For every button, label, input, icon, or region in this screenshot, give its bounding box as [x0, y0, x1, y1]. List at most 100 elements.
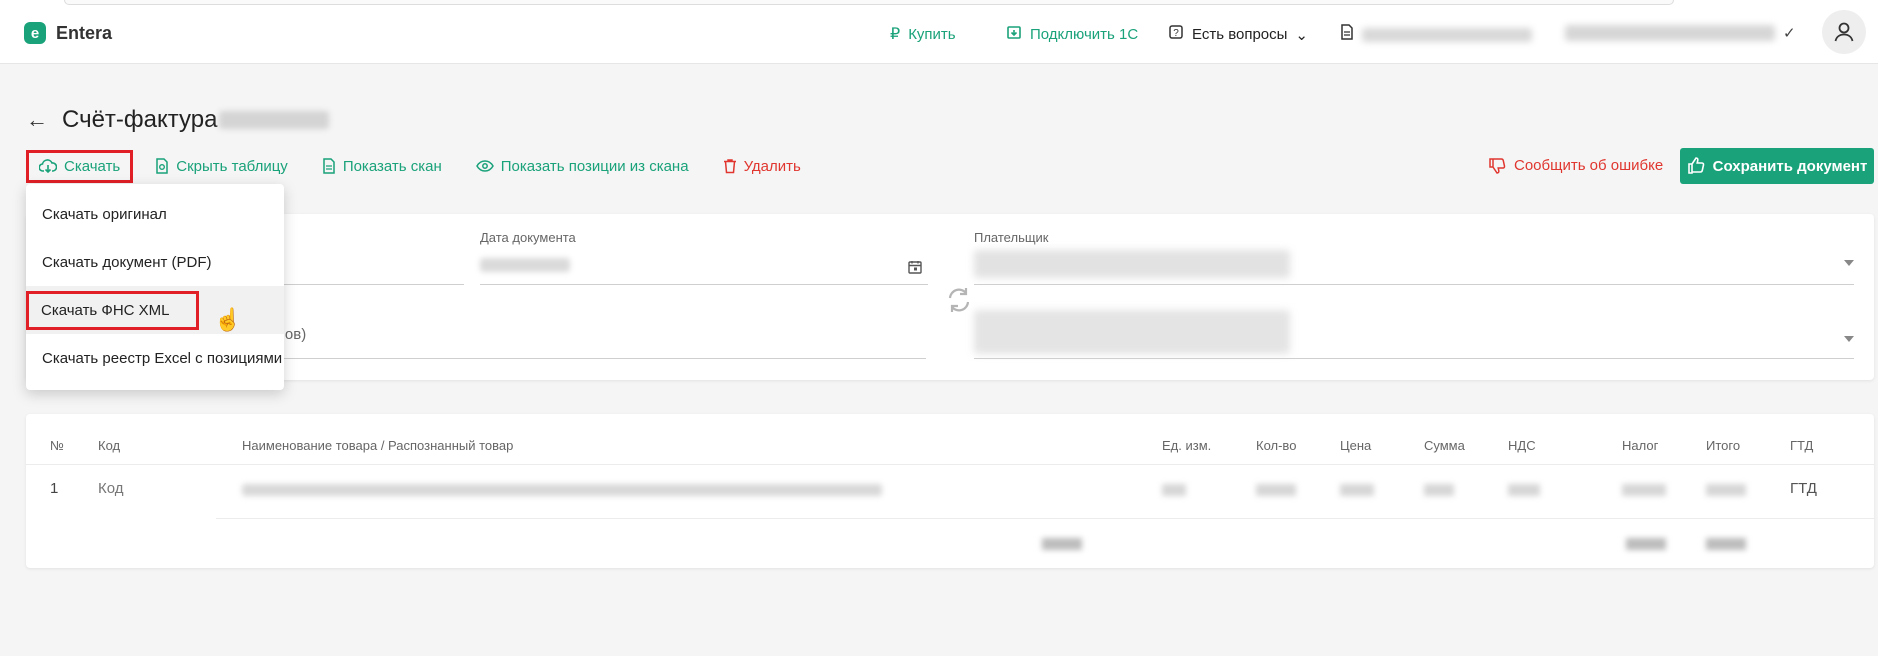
show-positions-label: Показать позиции из скана	[500, 157, 689, 175]
brand-name: Entera	[56, 22, 113, 43]
field-underline	[974, 284, 1854, 285]
menu-item-download-excel[interactable]: Скачать реестр Excel с позициями	[26, 334, 284, 382]
plug-icon	[1006, 24, 1022, 45]
browser-url-strip	[64, 0, 1674, 5]
questions-dropdown[interactable]: ? Есть вопросы ⌄	[1168, 24, 1308, 45]
cloud-download-icon	[39, 159, 57, 173]
document-toolbar: Скачать Скрыть таблицу Показать скан Пок…	[26, 148, 835, 184]
document-icon	[1340, 24, 1354, 45]
document-info-redacted	[1362, 27, 1532, 42]
show-scan-button[interactable]: Показать скан	[322, 158, 442, 175]
col-tax-header: Налог	[1622, 438, 1659, 453]
entera-logo-icon: e	[24, 22, 46, 44]
show-positions-button[interactable]: Показать позиции из скана	[475, 157, 689, 175]
company-redacted	[1565, 25, 1775, 41]
menu-item-download-pdf[interactable]: Скачать документ (PDF)	[26, 238, 284, 286]
page-title-row: ← Счёт-фактура	[26, 106, 330, 134]
doc-date-value[interactable]	[480, 258, 570, 272]
menu-item-label: Скачать документ (PDF)	[42, 253, 212, 271]
menu-item-label: Скачать оригинал	[42, 205, 167, 223]
field-underline	[974, 358, 1854, 359]
menu-item-download-fns-xml[interactable]: Скачать ФНС XML	[26, 286, 284, 334]
col-vat-header: НДС	[1508, 438, 1536, 453]
col-num-header: №	[50, 438, 64, 453]
doc-date-label: Дата документа	[480, 230, 576, 245]
questions-label: Есть вопросы	[1192, 26, 1288, 43]
row-price-redacted[interactable]	[1340, 484, 1374, 496]
document-info[interactable]	[1340, 24, 1532, 45]
row-name-redacted[interactable]	[242, 484, 882, 496]
row-sum-redacted[interactable]	[1424, 484, 1454, 496]
eye-icon	[475, 160, 494, 172]
hide-table-button[interactable]: Скрыть таблицу	[155, 158, 288, 175]
row-qty-redacted[interactable]	[1256, 484, 1296, 496]
show-scan-label: Показать скан	[342, 157, 442, 175]
row-total-redacted[interactable]	[1706, 484, 1746, 496]
payer-value[interactable]	[974, 250, 1290, 278]
buy-label: Купить	[908, 25, 956, 43]
download-label: Скачать	[64, 157, 121, 175]
payer-label: Плательщик	[974, 230, 1049, 245]
svg-text:?: ?	[1173, 28, 1179, 39]
row-unit-redacted[interactable]	[1162, 484, 1186, 496]
brand[interactable]: e Entera	[24, 22, 112, 44]
swap-icon[interactable]	[946, 286, 972, 314]
document-number-redacted	[219, 111, 330, 129]
positions-table: № Код Наименование товара / Распознанный…	[26, 414, 1874, 568]
col-price-header: Цена	[1340, 438, 1372, 453]
row-tax-redacted[interactable]	[1622, 484, 1666, 496]
col-name-header: Наименование товара / Распознанный товар	[242, 438, 514, 453]
row-code[interactable]: Код	[98, 480, 124, 497]
col-total-header: Итого	[1706, 438, 1741, 453]
save-document-label: Сохранить документ	[1712, 157, 1868, 175]
table-search-icon	[156, 158, 168, 174]
menu-item-download-original[interactable]: Скачать оригинал	[26, 190, 284, 238]
buy-link[interactable]: ₽ Купить	[890, 24, 956, 44]
col-code-header: Код	[98, 438, 121, 453]
delete-label: Удалить	[743, 157, 801, 175]
hand-cursor-icon: ☝	[214, 307, 242, 332]
row-num: 1	[50, 480, 59, 497]
user-avatar-button[interactable]	[1822, 10, 1866, 54]
field-underline	[480, 284, 928, 285]
total-sum-redacted	[1706, 538, 1746, 550]
col-qty-header: Кол-во	[1256, 438, 1297, 453]
col-unit-header: Ед. изм.	[1162, 438, 1212, 453]
row-gtd[interactable]: ГТД	[1790, 480, 1817, 497]
row-vat-redacted[interactable]	[1508, 484, 1540, 496]
menu-item-label: Скачать реестр Excel с позициями	[42, 349, 283, 367]
thumb-up-icon	[1687, 157, 1704, 174]
total-tax-redacted	[1626, 538, 1666, 550]
col-gtd-header: ГТД	[1790, 438, 1814, 453]
save-document-button[interactable]: Сохранить документ	[1680, 148, 1874, 184]
thumb-down-icon	[1489, 158, 1506, 174]
col-sum-header: Сумма	[1424, 438, 1465, 453]
payer-dropdown-caret-icon[interactable]	[1844, 260, 1854, 266]
total-qty-redacted	[1042, 538, 1082, 550]
document-form-card: Дата документа лов) Плательщик	[26, 214, 1874, 380]
company-selector[interactable]: ✓	[1565, 24, 1796, 42]
user-icon	[1834, 22, 1854, 42]
supplier-dropdown-caret-icon[interactable]	[1844, 336, 1854, 342]
page-title: Счёт-фактура	[62, 106, 218, 133]
calendar-icon[interactable]	[908, 260, 922, 274]
delete-button[interactable]: Удалить	[723, 158, 801, 175]
supplier-value[interactable]	[974, 310, 1290, 354]
chevron-down-icon: ⌄	[1295, 26, 1308, 44]
trash-icon	[723, 159, 736, 174]
row-divider	[216, 518, 1874, 519]
question-icon: ?	[1168, 24, 1184, 45]
back-arrow-icon[interactable]: ←	[26, 107, 48, 133]
top-header: e Entera ₽ Купить Подключить 1С ? Есть в…	[0, 0, 1878, 64]
download-button[interactable]: Скачать	[26, 149, 134, 183]
hide-table-label: Скрыть таблицу	[176, 157, 288, 175]
report-error-button[interactable]: Сообщить об ошибке	[1488, 156, 1663, 174]
report-error-label: Сообщить об ошибке	[1514, 156, 1664, 174]
document-icon	[323, 158, 335, 174]
connect-1c-label: Подключить 1С	[1030, 26, 1139, 43]
download-menu: Скачать оригинал Скачать документ (PDF) …	[26, 184, 284, 390]
header-divider	[26, 464, 1874, 465]
menu-item-label: Скачать ФНС XML	[26, 290, 199, 330]
connect-1c-link[interactable]: Подключить 1С	[1006, 24, 1138, 45]
ruble-icon: ₽	[890, 26, 901, 43]
